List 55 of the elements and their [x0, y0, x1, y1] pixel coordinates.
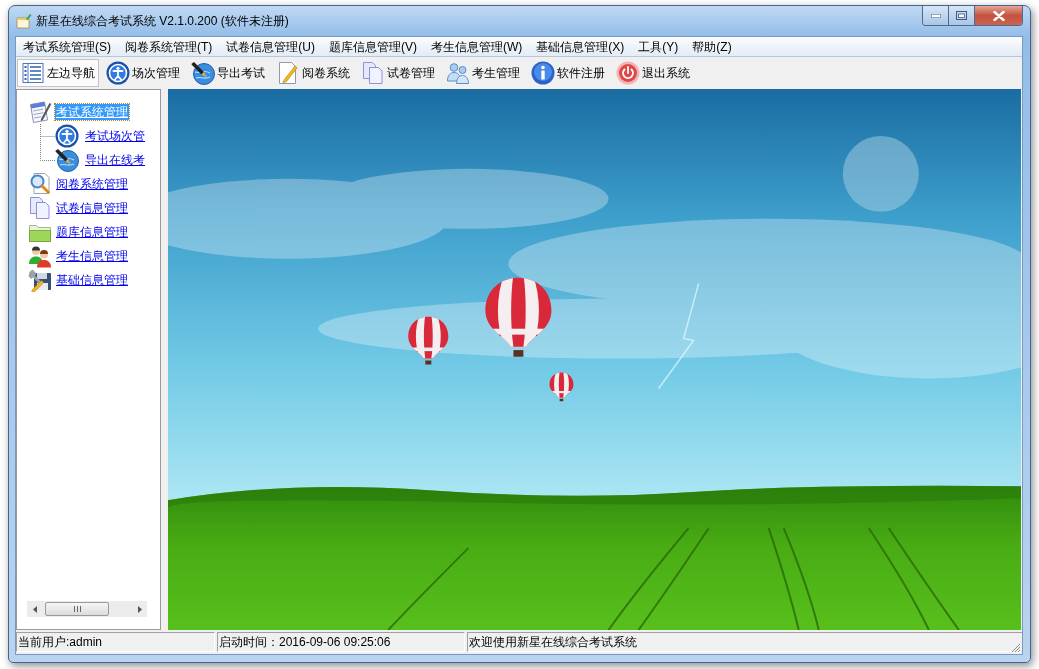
- status-text: 启动时间：2016-09-06 09:25:06: [217, 632, 465, 652]
- documents-icon: [361, 60, 385, 85]
- menu-item[interactable]: 基础信息管理(X): [529, 36, 632, 57]
- info-icon: [531, 60, 555, 85]
- menu-item[interactable]: 工具(Y): [631, 36, 686, 57]
- maximize-button[interactable]: [949, 6, 975, 25]
- menu-item[interactable]: 题库信息管理(V): [322, 36, 424, 57]
- status-text: 欢迎使用新星在线综合考试系统: [467, 632, 1010, 652]
- status-text: 当前用户:admin: [16, 632, 215, 652]
- toolbar-button[interactable]: 场次管理: [102, 58, 184, 87]
- window-title: 新星在线综合考试系统 V2.1.0.200 (软件未注册): [36, 12, 289, 29]
- users-icon: [28, 244, 52, 268]
- globe-pen-icon: [191, 60, 215, 85]
- tree-item[interactable]: 阅卷系统管理: [55, 176, 129, 192]
- tools-floppy-icon: [28, 268, 52, 292]
- globe-pen-icon: [55, 148, 79, 172]
- tree-item[interactable]: 导出在线考: [84, 152, 146, 168]
- notepad-pen-icon: [28, 100, 52, 124]
- close-icon: [992, 10, 1005, 21]
- grip-icon: [73, 606, 81, 612]
- person-circle-icon: [106, 60, 130, 85]
- maximize-icon: [956, 11, 967, 20]
- tree-item[interactable]: 考试场次管: [84, 128, 146, 144]
- menu-item[interactable]: 试卷信息管理(U): [219, 36, 322, 57]
- toolbar-button[interactable]: 退出系统: [612, 58, 694, 87]
- menu-item[interactable]: 帮助(Z): [685, 36, 739, 57]
- tree-item[interactable]: 题库信息管理: [55, 224, 129, 240]
- app-icon: [16, 12, 32, 29]
- power-icon: [616, 60, 640, 85]
- documents-icon: [28, 196, 52, 220]
- close-button[interactable]: [975, 6, 1022, 25]
- right-arrow-icon: [137, 605, 142, 613]
- toolbar-button[interactable]: 导出考试: [187, 58, 269, 87]
- tree-item[interactable]: 基础信息管理: [55, 272, 129, 288]
- people-icon: [446, 60, 470, 85]
- menu-item[interactable]: 考生信息管理(W): [424, 36, 530, 57]
- tree-item[interactable]: 试卷信息管理: [55, 200, 129, 216]
- magnifier-document-icon: [28, 172, 52, 196]
- scrollbar-thumb[interactable]: [45, 602, 109, 616]
- list-icon: [21, 60, 45, 85]
- size-grip-icon: [1010, 642, 1020, 652]
- toolbar-button[interactable]: 阅卷系统: [272, 58, 354, 87]
- toolbar-button[interactable]: 试卷管理: [357, 58, 439, 87]
- minimize-icon: [930, 13, 941, 18]
- notepad-pencil-icon: [276, 60, 300, 85]
- horizontal-scrollbar[interactable]: [27, 601, 147, 617]
- toolbar-button[interactable]: 软件注册: [527, 58, 609, 87]
- menu-item[interactable]: 考试系统管理(S): [16, 36, 118, 57]
- tree-item[interactable]: 考生信息管理: [55, 248, 129, 264]
- menu-item[interactable]: 阅卷系统管理(T): [118, 36, 220, 57]
- toolbar-button[interactable]: 左边导航: [17, 58, 99, 87]
- toolbar-button[interactable]: 考生管理: [442, 58, 524, 87]
- left-arrow-icon: [32, 605, 37, 613]
- person-circle-icon: [55, 124, 79, 148]
- minimize-button[interactable]: [923, 6, 949, 25]
